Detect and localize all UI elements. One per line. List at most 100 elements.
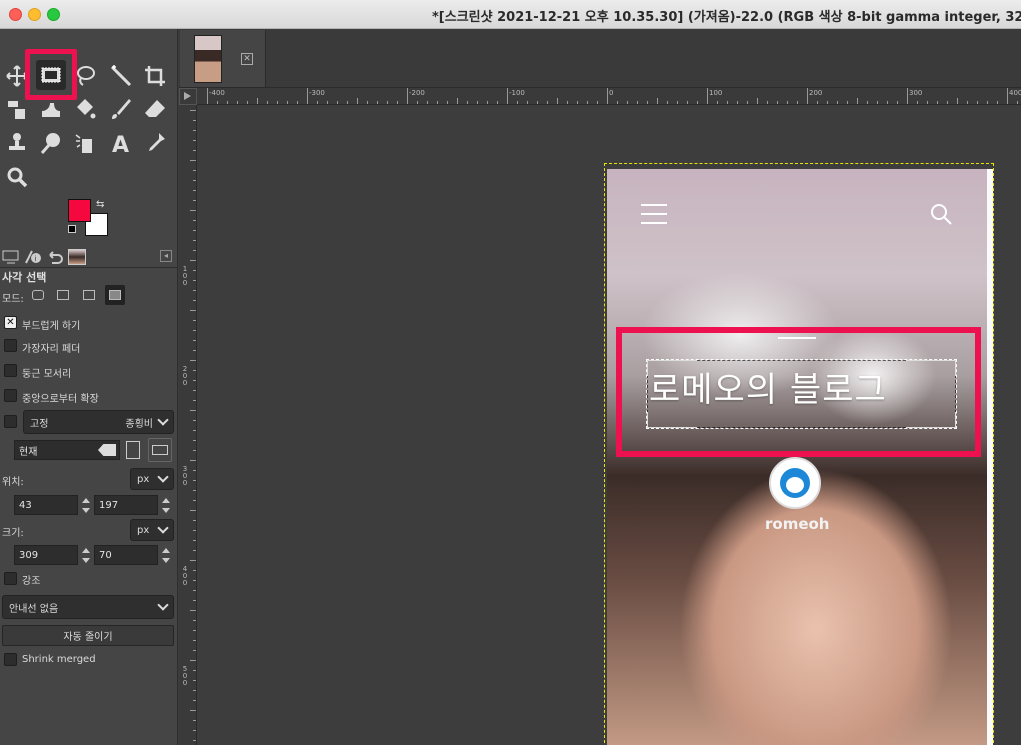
ruler-minor-tick: [193, 200, 196, 201]
svg-text:A: A: [112, 133, 129, 155]
image-thumbnail: [194, 35, 222, 83]
ruler-minor-tick: [757, 98, 758, 104]
ruler-minor-tick: [193, 740, 196, 741]
ruler-minor-tick: [193, 440, 196, 441]
undo-history-tab-icon[interactable]: [46, 249, 64, 265]
clone-tool[interactable]: [2, 128, 32, 158]
guides-dropdown[interactable]: 안내선 없음: [2, 595, 174, 619]
size-unit-dropdown[interactable]: px: [130, 519, 174, 541]
ruler-minor-tick: [717, 101, 718, 104]
fuzzy-select-tool[interactable]: [106, 61, 136, 91]
foreground-color[interactable]: [68, 199, 91, 222]
color-picker-tool[interactable]: [140, 128, 170, 158]
image-tab[interactable]: ✕: [180, 30, 266, 87]
size-width-spinner[interactable]: [80, 545, 92, 565]
highlight-checkbox[interactable]: [4, 572, 17, 585]
ruler-minor-tick: [193, 690, 196, 691]
ruler-minor-tick: [193, 720, 196, 721]
magnifier-icon: [7, 167, 28, 188]
color-swatches[interactable]: [68, 199, 112, 239]
vertical-ruler[interactable]: 1 0 0 2 0 0 3 0 0 4 0 0 5 0 0: [179, 105, 197, 745]
antialias-checkbox[interactable]: ✕: [4, 316, 17, 329]
close-window-button[interactable]: [9, 8, 22, 21]
auto-shrink-button[interactable]: 자동 줄이기: [2, 625, 174, 646]
ruler-minor-tick: [667, 101, 668, 104]
size-height-spinner[interactable]: [160, 545, 172, 565]
ruler-minor-tick: [190, 660, 196, 661]
ruler-minor-tick: [647, 101, 648, 104]
tool-highlight-annotation: [25, 49, 77, 100]
paintbrush-tool[interactable]: [106, 94, 136, 124]
ruler-minor-tick: [193, 640, 196, 641]
ruler-minor-tick: [193, 550, 196, 551]
ruler-minor-tick: [497, 101, 498, 104]
ruler-minor-tick: [597, 101, 598, 104]
eraser-icon: [145, 100, 165, 117]
ruler-minor-tick: [377, 101, 378, 104]
crop-icon: [145, 66, 165, 86]
position-y-spinner[interactable]: [160, 495, 172, 515]
horizontal-ruler[interactable]: -400 -300 -200 -100 0 100 200 300 400: [197, 88, 1021, 105]
position-y-input[interactable]: 197: [94, 495, 158, 515]
selection-handle-bl[interactable]: [647, 412, 697, 428]
ruler-minor-tick: [357, 98, 358, 104]
ruler-minor-tick: [617, 101, 618, 104]
fixed-dropdown[interactable]: 고정 종횡비: [23, 410, 174, 434]
position-x-input[interactable]: 43: [14, 495, 78, 515]
eraser-tool[interactable]: [140, 94, 170, 124]
airbrush-tool[interactable]: [70, 128, 100, 158]
rounded-corners-checkbox[interactable]: [4, 364, 17, 377]
ruler-minor-tick: [190, 510, 196, 511]
bucket-icon: [77, 99, 96, 119]
selection-handle-tr[interactable]: [906, 360, 956, 376]
shrink-merged-checkbox[interactable]: [4, 653, 17, 666]
selection-handle-tl[interactable]: [647, 360, 697, 376]
ruler-minor-tick: [217, 101, 218, 104]
username: romeoh: [765, 515, 830, 533]
text-tool[interactable]: A: [106, 128, 136, 158]
portrait-icon[interactable]: [126, 441, 140, 459]
crop-tool[interactable]: [140, 61, 170, 91]
ruler-minor-tick: [193, 430, 196, 431]
mode-subtract-button[interactable]: [79, 285, 99, 305]
fixed-checkbox[interactable]: [4, 415, 17, 428]
ruler-minor-tick: [190, 710, 196, 711]
landscape-button[interactable]: [148, 438, 172, 462]
position-label: 위치:: [2, 477, 24, 488]
position-x-spinner[interactable]: [80, 495, 92, 515]
feather-checkbox[interactable]: [4, 339, 17, 352]
zoom-tool[interactable]: [2, 162, 32, 192]
ruler-minor-tick: [190, 260, 196, 261]
expand-center-checkbox[interactable]: [4, 389, 17, 402]
size-width-input[interactable]: 309: [14, 545, 78, 565]
ruler-minor-tick: [517, 101, 518, 104]
swap-colors-icon[interactable]: ⇆: [96, 199, 104, 210]
tool-options-tab-icon[interactable]: [2, 249, 20, 265]
ruler-corner-button[interactable]: [179, 88, 197, 105]
size-height-input[interactable]: 70: [94, 545, 158, 565]
ruler-minor-tick: [587, 101, 588, 104]
ruler-minor-tick: [997, 101, 998, 104]
rounded-corners-label: 둥근 모서리: [22, 369, 72, 380]
dock-menu-icon[interactable]: ◂: [160, 250, 172, 262]
position-unit-dropdown[interactable]: px: [130, 468, 174, 490]
zoom-window-button[interactable]: [47, 8, 60, 21]
ruler-minor-tick: [193, 370, 196, 371]
ruler-major-tick: [807, 88, 808, 104]
close-tab-icon[interactable]: ✕: [241, 53, 253, 65]
images-tab-icon[interactable]: [68, 249, 86, 265]
ruler-minor-tick: [657, 98, 658, 104]
mode-add-button[interactable]: [53, 285, 73, 305]
device-status-tab-icon[interactable]: i: [24, 249, 42, 265]
ruler-label: 200: [809, 89, 823, 97]
selection-handle-br[interactable]: [906, 412, 956, 428]
smudge-tool[interactable]: [36, 128, 66, 158]
ruler-label: 1 0 0: [182, 265, 188, 287]
ruler-minor-tick: [827, 101, 828, 104]
canvas-area[interactable]: 로메오의 블로그 romeoh: [198, 106, 1021, 745]
mode-intersect-button[interactable]: [105, 285, 125, 305]
ruler-minor-tick: [967, 101, 968, 104]
mode-replace-button[interactable]: [28, 285, 48, 305]
minimize-window-button[interactable]: [28, 8, 41, 21]
default-colors-icon[interactable]: [68, 225, 76, 233]
